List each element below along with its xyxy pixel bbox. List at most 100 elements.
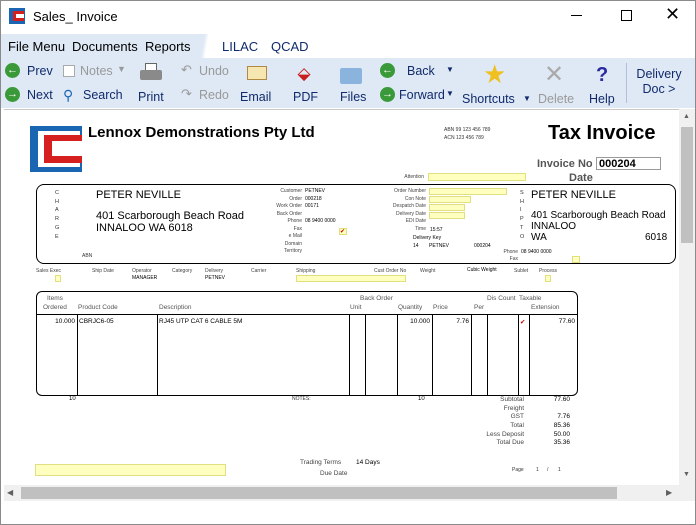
con-note-field[interactable] — [429, 196, 471, 203]
scroll-down-icon[interactable]: ▼ — [683, 471, 690, 478]
sales-exec-field[interactable] — [55, 275, 61, 282]
total-label: Total — [510, 422, 524, 430]
toolbar-separator — [626, 63, 627, 103]
maximize-button[interactable] — [621, 10, 632, 21]
shortcuts-button[interactable]: ★ Shortcuts ▼ — [461, 60, 531, 107]
files-button[interactable]: Files — [337, 61, 367, 107]
less-deposit-value: 50.00 — [553, 430, 570, 438]
ship-letters: S H I P T O — [520, 189, 524, 241]
arrow-right-icon: → — [5, 87, 20, 102]
charge-letter: C — [55, 190, 59, 196]
extension-header: Extension — [531, 304, 560, 311]
forward-arrow-icon: → — [380, 87, 395, 102]
bottom-note-field[interactable] — [35, 464, 226, 476]
search-button[interactable]: ⚲ Search — [61, 87, 131, 105]
email-label: e Mail — [288, 233, 302, 239]
sales-exec-label: Sales Exec — [36, 268, 62, 274]
page-separator: / — [547, 467, 549, 473]
notes-button[interactable]: Notes ▼ — [61, 63, 131, 81]
time-label: Time — [415, 225, 426, 232]
scroll-up-icon[interactable]: ▲ — [683, 113, 690, 120]
date-label: Date — [569, 172, 593, 184]
pdf-label: PDF — [293, 90, 318, 104]
despatch-date-label: Despatch Date — [392, 203, 426, 209]
email-button[interactable]: Email — [238, 61, 274, 107]
page-label: Page — [512, 467, 524, 473]
despatch-date-field[interactable] — [429, 204, 465, 211]
order-number-field[interactable] — [429, 188, 507, 195]
pdf-button[interactable]: ⬙ PDF — [290, 61, 320, 107]
weight-label: Weight — [420, 268, 436, 274]
order-value: 000218 — [305, 195, 322, 202]
help-label: Help — [589, 92, 615, 106]
prev-label: Prev — [27, 64, 53, 78]
row-quantity: 10.000 — [410, 318, 430, 325]
back-button[interactable]: ← Back ▼ — [380, 63, 458, 81]
operator-value: MANAGER — [132, 275, 158, 281]
abn-text: ABN 99 123 456 789 — [444, 127, 491, 133]
back-order-label: Back Order — [276, 210, 302, 217]
delete-button[interactable]: ✕ Delete — [536, 61, 574, 107]
close-button[interactable]: ✕ — [665, 5, 680, 23]
table-row[interactable]: 10.000 CBRJC6-05 RJ45 UTP CAT 6 CABLE 5M… — [37, 318, 577, 328]
abn-label: ABN — [82, 253, 93, 259]
menu-qcad[interactable]: QCAD — [271, 39, 309, 54]
row-taxable-tick: ✔ — [520, 319, 526, 326]
vertical-scroll-thumb[interactable] — [681, 127, 693, 243]
charge-letter: H — [55, 198, 59, 205]
trading-terms-value: 14 Days — [356, 459, 380, 466]
menu-documents[interactable]: Documents — [72, 39, 138, 54]
fax-tick-field[interactable]: ✔ — [339, 228, 347, 235]
invoice-no-field[interactable]: 000204 — [596, 157, 661, 170]
delivery-value: PETNEV — [205, 275, 226, 281]
undo-button[interactable]: ↶ Undo — [179, 62, 234, 81]
forward-button[interactable]: → Forward ▼ — [380, 87, 458, 105]
vertical-scrollbar[interactable]: ▲ ▼ — [679, 109, 695, 485]
order-number-label: Order Number — [394, 188, 426, 194]
redo-button[interactable]: ↷ Redo — [179, 86, 234, 105]
customer-value: PETNEV — [305, 188, 326, 194]
charge-addr1: 401 Scarborough Beach Road — [96, 210, 244, 222]
shipping-field[interactable] — [296, 275, 406, 282]
sublet-field[interactable] — [545, 275, 551, 282]
forward-label: Forward — [399, 88, 445, 102]
attention-field[interactable] — [428, 173, 526, 181]
menu-lilac[interactable]: LILAC — [222, 39, 258, 54]
product-code-header: Product Code — [78, 304, 118, 311]
delivery-label: Delivery — [636, 67, 682, 81]
horizontal-scroll-thumb[interactable] — [21, 487, 617, 499]
delivery-key-label: Delivery Key — [413, 235, 442, 241]
due-date-label: Due Date — [320, 470, 348, 477]
ship-addr2: INNALOO — [531, 221, 577, 232]
cust-order-no-label: Cust Order No — [374, 268, 407, 274]
minimize-button[interactable] — [571, 15, 582, 16]
scroll-right-icon[interactable]: ▶ — [666, 488, 672, 497]
delivery-date-field[interactable] — [429, 212, 465, 219]
toolbar: ← Prev → Next Notes ▼ ⚲ Search Print ↶ U… — [1, 58, 695, 108]
order-label: Order — [289, 195, 302, 202]
delete-label: Delete — [538, 92, 575, 106]
undo-label: Undo — [199, 64, 229, 78]
back-order-value — [305, 211, 355, 219]
next-button[interactable]: → Next — [5, 87, 55, 105]
description-header: Description — [159, 304, 192, 311]
ship-letter: I — [520, 207, 522, 214]
delivery-doc-button[interactable]: Delivery Doc > — [629, 67, 689, 103]
page-total: 1 — [558, 467, 561, 473]
print-button[interactable]: Print — [134, 61, 168, 107]
con-note-label: Con Note — [404, 195, 426, 202]
redo-label: Redo — [199, 88, 229, 102]
prev-button[interactable]: ← Prev — [5, 63, 55, 81]
page-number: 1 — [536, 467, 539, 473]
invoice-title: Tax Invoice — [548, 122, 656, 144]
charge-letter: E — [55, 233, 59, 240]
help-button[interactable]: ? Help — [587, 61, 619, 107]
phone-value: 08 9400 0000 — [305, 218, 336, 224]
ship-fax-field[interactable] — [572, 256, 580, 263]
quantity-header: Quantity — [398, 304, 423, 311]
menu-reports[interactable]: Reports — [145, 39, 191, 54]
menu-file[interactable]: File Menu — [8, 39, 65, 54]
horizontal-scrollbar[interactable]: ◀ ▶ — [4, 485, 695, 501]
delivery-date-label: Delivery Date — [395, 210, 426, 217]
scroll-left-icon[interactable]: ◀ — [7, 488, 13, 497]
